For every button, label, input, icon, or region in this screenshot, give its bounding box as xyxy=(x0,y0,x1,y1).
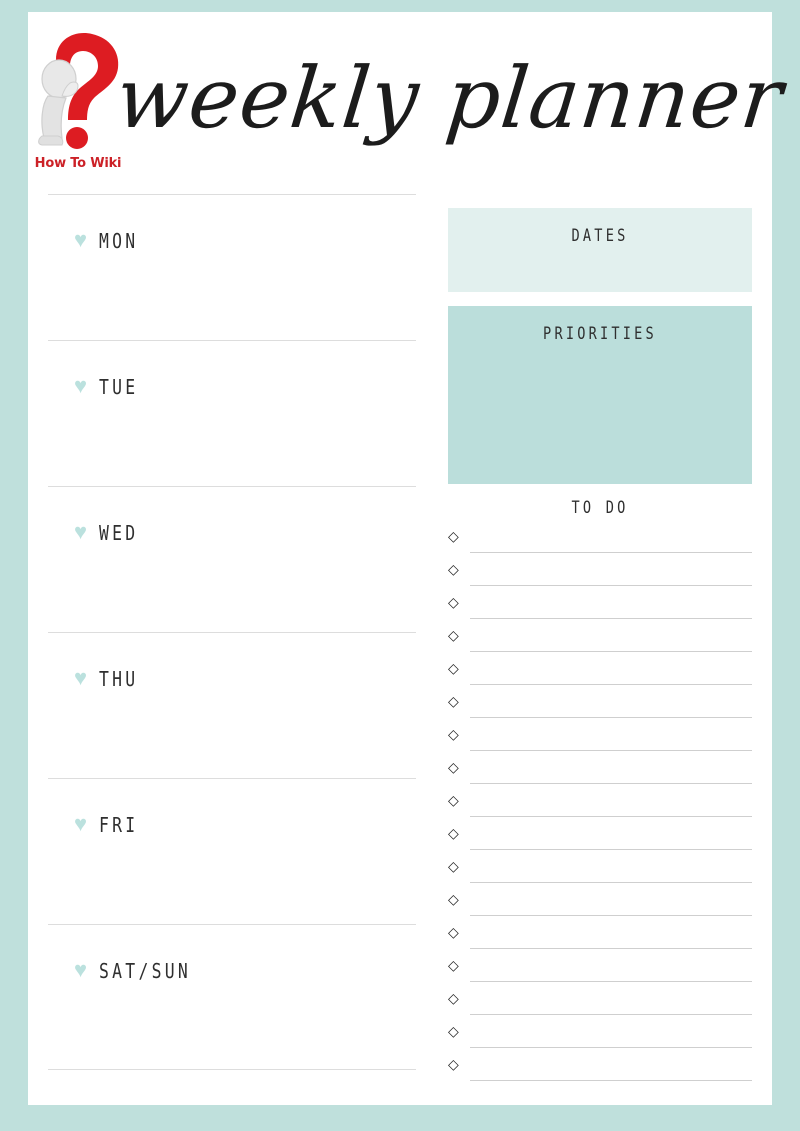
todo-input-line[interactable] xyxy=(470,559,752,586)
diamond-icon: ◇ xyxy=(448,957,459,973)
diamond-icon: ◇ xyxy=(448,825,459,841)
day-label-tue: ♥ TUE xyxy=(74,373,147,400)
diamond-icon: ◇ xyxy=(448,759,459,775)
todo-row[interactable]: ◇ xyxy=(448,922,752,955)
day-name: TUE xyxy=(99,375,139,399)
page-title: weekly planner xyxy=(111,49,788,147)
day-name: SAT/SUN xyxy=(99,959,192,983)
diamond-icon: ◇ xyxy=(448,528,459,544)
heart-icon: ♥ xyxy=(74,811,88,836)
todo-input-line[interactable] xyxy=(470,988,752,1015)
todo-row[interactable]: ◇ xyxy=(448,724,752,757)
heart-icon: ♥ xyxy=(74,373,88,398)
todo-input-line[interactable] xyxy=(470,889,752,916)
diamond-icon: ◇ xyxy=(448,1023,459,1039)
todo-input-line[interactable] xyxy=(470,757,752,784)
day-label-satsun: ♥ SAT/SUN xyxy=(74,957,211,984)
todo-input-line[interactable] xyxy=(470,724,752,751)
day-name: THU xyxy=(99,667,139,691)
day-label-mon: ♥ MON xyxy=(74,227,147,254)
todo-input-line[interactable] xyxy=(470,592,752,619)
todo-section: TO DO ◇ ◇ ◇ ◇ ◇ ◇ ◇ ◇ ◇ ◇ ◇ ◇ ◇ ◇ ◇ ◇ ◇ xyxy=(448,498,752,1087)
todo-row[interactable]: ◇ xyxy=(448,988,752,1021)
todo-input-line[interactable] xyxy=(470,1054,752,1081)
todo-row[interactable]: ◇ xyxy=(448,790,752,823)
todo-input-line[interactable] xyxy=(470,1021,752,1048)
heart-icon: ♥ xyxy=(74,227,88,252)
sidebar-column: DATES PRIORITIES TO DO ◇ ◇ ◇ ◇ ◇ ◇ ◇ ◇ ◇ ◇ ◇ ◇ ◇ ◇ ◇ ◇ ◇ xyxy=(448,194,772,1087)
day-label-thu: ♥ THU xyxy=(74,665,147,692)
day-name: WED xyxy=(99,521,139,545)
todo-row[interactable]: ◇ xyxy=(448,889,752,922)
todo-input-line[interactable] xyxy=(470,790,752,817)
todo-row[interactable]: ◇ xyxy=(448,559,752,592)
priorities-heading: PRIORITIES xyxy=(543,324,657,344)
diamond-icon: ◇ xyxy=(448,627,459,643)
todo-row[interactable]: ◇ xyxy=(448,526,752,559)
planner-sheet: How To Wiki weekly planner ♥ MON ♥ TUE ♥… xyxy=(28,12,788,1105)
todo-list: ◇ ◇ ◇ ◇ ◇ ◇ ◇ ◇ ◇ ◇ ◇ ◇ ◇ ◇ ◇ ◇ ◇ xyxy=(448,526,752,1087)
day-row-thu[interactable]: ♥ THU xyxy=(48,632,416,778)
diamond-icon: ◇ xyxy=(448,792,459,808)
diamond-icon: ◇ xyxy=(448,693,459,709)
todo-row[interactable]: ◇ xyxy=(448,955,752,988)
day-row-wed[interactable]: ♥ WED xyxy=(48,486,416,632)
diamond-icon: ◇ xyxy=(448,990,459,1006)
diamond-icon: ◇ xyxy=(448,561,459,577)
todo-input-line[interactable] xyxy=(470,658,752,685)
day-label-fri: ♥ FRI xyxy=(74,811,147,838)
diamond-icon: ◇ xyxy=(448,891,459,907)
heart-icon: ♥ xyxy=(74,957,88,982)
todo-row[interactable]: ◇ xyxy=(448,1021,752,1054)
todo-row[interactable]: ◇ xyxy=(448,691,752,724)
day-label-wed: ♥ WED xyxy=(74,519,147,546)
day-name: FRI xyxy=(99,813,139,837)
priorities-box[interactable]: PRIORITIES xyxy=(448,306,752,484)
diamond-icon: ◇ xyxy=(448,1056,459,1072)
day-row-tue[interactable]: ♥ TUE xyxy=(48,340,416,486)
diamond-icon: ◇ xyxy=(448,726,459,742)
diamond-icon: ◇ xyxy=(448,924,459,940)
planner-header: How To Wiki weekly planner xyxy=(28,12,788,190)
todo-input-line[interactable] xyxy=(470,526,752,553)
todo-row[interactable]: ◇ xyxy=(448,658,752,691)
todo-row[interactable]: ◇ xyxy=(448,1054,752,1087)
diamond-icon: ◇ xyxy=(448,660,459,676)
todo-input-line[interactable] xyxy=(470,955,752,982)
todo-row[interactable]: ◇ xyxy=(448,757,752,790)
todo-input-line[interactable] xyxy=(470,856,752,883)
day-row-fri[interactable]: ♥ FRI xyxy=(48,778,416,924)
question-mark-dot-icon xyxy=(66,127,88,149)
dates-heading: DATES xyxy=(571,226,629,246)
days-column: ♥ MON ♥ TUE ♥ WED ♥ THU ♥ FRI ♥ SAT/SUN xyxy=(48,194,416,1070)
day-name: MON xyxy=(99,229,139,253)
todo-input-line[interactable] xyxy=(470,823,752,850)
heart-icon: ♥ xyxy=(74,665,88,690)
todo-row[interactable]: ◇ xyxy=(448,823,752,856)
todo-input-line[interactable] xyxy=(470,625,752,652)
day-row-satsun[interactable]: ♥ SAT/SUN xyxy=(48,924,416,1070)
diamond-icon: ◇ xyxy=(448,858,459,874)
todo-row[interactable]: ◇ xyxy=(448,625,752,658)
todo-heading: TO DO xyxy=(571,498,629,518)
heart-icon: ♥ xyxy=(74,519,88,544)
day-row-mon[interactable]: ♥ MON xyxy=(48,194,416,340)
todo-input-line[interactable] xyxy=(470,922,752,949)
diamond-icon: ◇ xyxy=(448,594,459,610)
todo-input-line[interactable] xyxy=(470,691,752,718)
todo-row[interactable]: ◇ xyxy=(448,592,752,625)
dates-box[interactable]: DATES xyxy=(448,208,752,292)
todo-row[interactable]: ◇ xyxy=(448,856,752,889)
